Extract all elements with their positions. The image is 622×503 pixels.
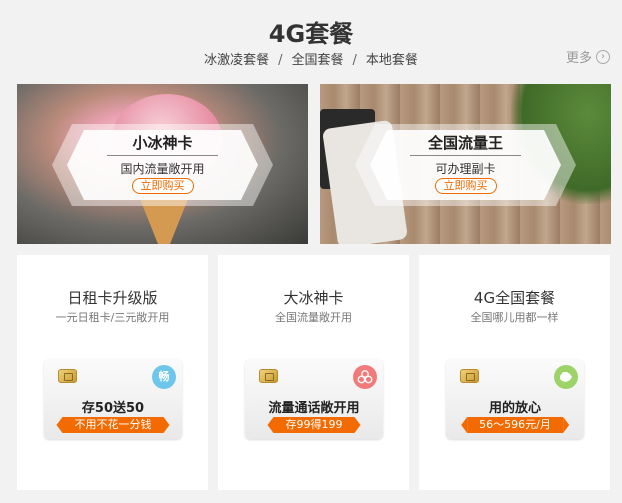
sim-card-graphic[interactable]: 流量通话敞开用 存99得199: [245, 359, 383, 439]
card-title: 日租卡升级版: [67, 289, 158, 307]
sim-ribbon: 56～596元/月: [461, 417, 569, 433]
card-subtitle: 一元日租卡/三元敞开用: [55, 311, 170, 324]
banner-label-panel: 小冰神卡 国内流量敞开用 立即购买: [52, 124, 273, 206]
banner-divider: [107, 155, 218, 156]
sim-chip-icon: [58, 369, 77, 383]
card-subtitle: 全国流量敞开用: [275, 311, 352, 324]
sim-headline: 用的放心: [488, 401, 541, 416]
sim-card-graphic[interactable]: 畅 存50送50 不用不花一分钱: [44, 359, 182, 439]
card-subtitle: 全国哪儿用都一样: [470, 311, 559, 324]
plan-card-dabing[interactable]: 大冰神卡 全国流量敞开用 流量通话敞开用 存99得199: [218, 255, 409, 490]
more-label: 更多: [565, 51, 592, 66]
plan-card-4g-national[interactable]: 4G全国套餐 全国哪儿用都一样 用的放心 56～596元/月: [419, 255, 610, 490]
sim-headline: 流量通话敞开用: [268, 401, 360, 416]
banner-subtitle: 可办理副卡: [435, 162, 496, 176]
banner-national-data-king[interactable]: 全国流量王 可办理副卡 立即购买: [320, 84, 611, 244]
page-title: 4G套餐: [268, 20, 354, 48]
category-nav: 冰激凌套餐 / 全国套餐 / 本地套餐: [0, 49, 622, 68]
nav-link-icecream[interactable]: 冰激凌套餐: [204, 53, 269, 68]
buy-now-button[interactable]: 立即购买: [434, 178, 497, 194]
flower-badge-icon: [353, 365, 377, 389]
sim-headline: 存50送50: [81, 401, 145, 416]
banner-label-panel: 全国流量王 可办理副卡 立即购买: [355, 124, 576, 206]
nav-link-local[interactable]: 本地套餐: [366, 53, 418, 68]
sim-ribbon: 不用不花一分钱: [56, 417, 170, 433]
banner-title: 全国流量王: [427, 134, 503, 152]
sim-chip-icon: [460, 369, 479, 383]
nav-link-national[interactable]: 全国套餐: [291, 53, 343, 68]
sim-chip-icon: [259, 369, 278, 383]
sim-ribbon: 存99得199: [267, 417, 361, 433]
more-link[interactable]: 更多 ›: [566, 47, 610, 66]
sim-card-graphic[interactable]: 用的放心 56～596元/月: [446, 359, 584, 439]
banner-subtitle: 国内流量敞开用: [120, 162, 205, 176]
unlimited-badge-icon: 畅: [152, 365, 176, 389]
china-map-badge-icon: [554, 365, 578, 389]
card-title: 大冰神卡: [283, 289, 344, 307]
banner-xiaobing[interactable]: 小冰神卡 国内流量敞开用 立即购买: [17, 84, 308, 244]
nav-separator: /: [352, 53, 357, 68]
chevron-right-circle-icon: ›: [596, 49, 610, 64]
banner-divider: [410, 155, 521, 156]
card-title: 4G全国套餐: [473, 289, 556, 307]
banner-title: 小冰神卡: [132, 134, 193, 152]
nav-separator: /: [278, 53, 283, 68]
plan-card-daily-rental[interactable]: 日租卡升级版 一元日租卡/三元敞开用 畅 存50送50 不用不花一分钱: [17, 255, 208, 490]
buy-now-button[interactable]: 立即购买: [131, 178, 194, 194]
